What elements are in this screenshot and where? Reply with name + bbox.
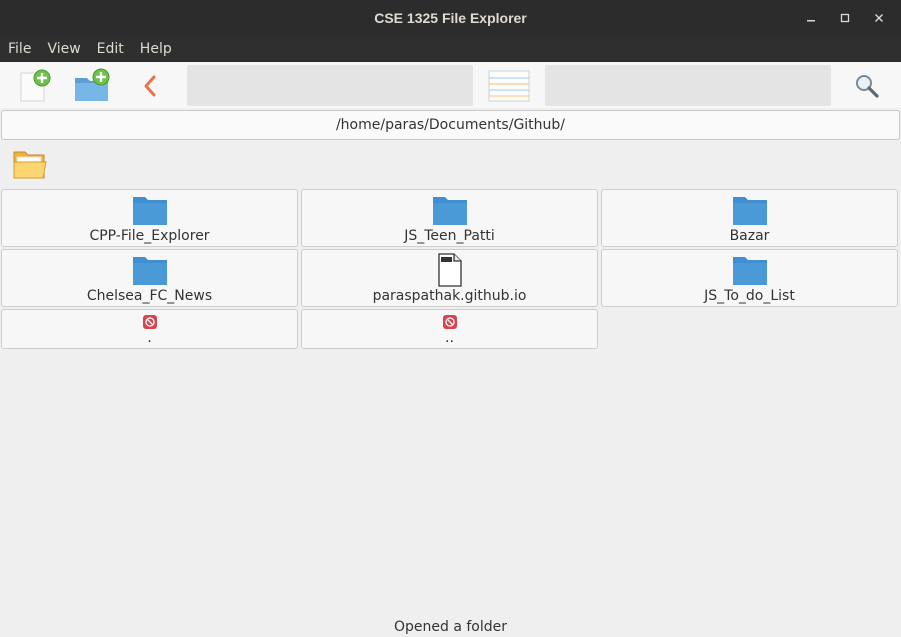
title-bar[interactable]: CSE 1325 File Explorer [0,0,901,36]
current-folder-icon [12,148,48,182]
folder-icon [432,197,467,225]
file-icon [437,253,462,287]
status-bar: Opened a folder [0,617,901,637]
grid-item-special[interactable]: . [1,309,298,349]
item-label: JS_Teen_Patti [404,228,495,244]
back-button[interactable] [136,66,164,106]
view-toggle-button[interactable] [488,66,530,106]
back-icon [144,75,156,97]
grid-item-folder[interactable]: JS_To_do_List [601,249,898,307]
folder-icon [732,257,767,285]
window-controls [797,0,893,36]
search-button[interactable] [850,66,884,106]
new-folder-button[interactable] [72,66,112,106]
grid-item-special[interactable]: .. [301,309,598,349]
file-explorer-window: CSE 1325 File Explorer File View Edit He… [0,0,901,637]
maximize-icon [840,13,850,23]
close-button[interactable] [865,4,893,32]
item-label: .. [445,330,454,346]
folder-icon [132,197,167,225]
no-entry-icon [442,315,457,329]
maximize-button[interactable] [831,4,859,32]
status-message: Opened a folder [393,619,507,635]
grid-item-folder[interactable]: JS_Teen_Patti [301,189,598,247]
item-label: Chelsea_FC_News [86,288,213,304]
menu-file[interactable]: File [8,41,31,57]
folder-icon [732,197,767,225]
menu-bar: File View Edit Help [0,36,901,62]
grid-item-folder[interactable]: Bazar [601,189,898,247]
window-title: CSE 1325 File Explorer [374,10,527,26]
open-folder-icon [13,151,47,179]
menu-help[interactable]: Help [140,41,172,57]
grid-item-folder[interactable]: Chelsea_FC_News [1,249,298,307]
path-bar[interactable]: /home/paras/Documents/Github/ [1,110,900,140]
close-icon [875,14,883,22]
item-label: paraspathak.github.io [372,288,527,304]
grid-item-folder[interactable]: CPP-File_Explorer [1,189,298,247]
minimize-button[interactable] [797,4,825,32]
folder-icon [132,257,167,285]
item-label: Bazar [729,228,770,244]
toolbar [0,62,901,108]
menu-edit[interactable]: Edit [97,41,124,57]
new-folder-icon [75,68,110,101]
new-file-button[interactable] [14,66,54,106]
toolbar-field-right[interactable] [545,65,831,106]
search-icon [856,75,879,98]
minimize-icon [807,20,815,22]
no-entry-icon [142,315,157,329]
toolbar-field-left[interactable] [187,65,473,106]
item-label: . [147,330,152,346]
view-list-icon [488,70,530,102]
menu-view[interactable]: View [47,41,80,57]
item-label: CPP-File_Explorer [89,228,210,244]
grid-item-file[interactable]: paraspathak.github.io [301,249,598,307]
item-label: JS_To_do_List [704,288,795,304]
new-file-icon [20,69,51,102]
